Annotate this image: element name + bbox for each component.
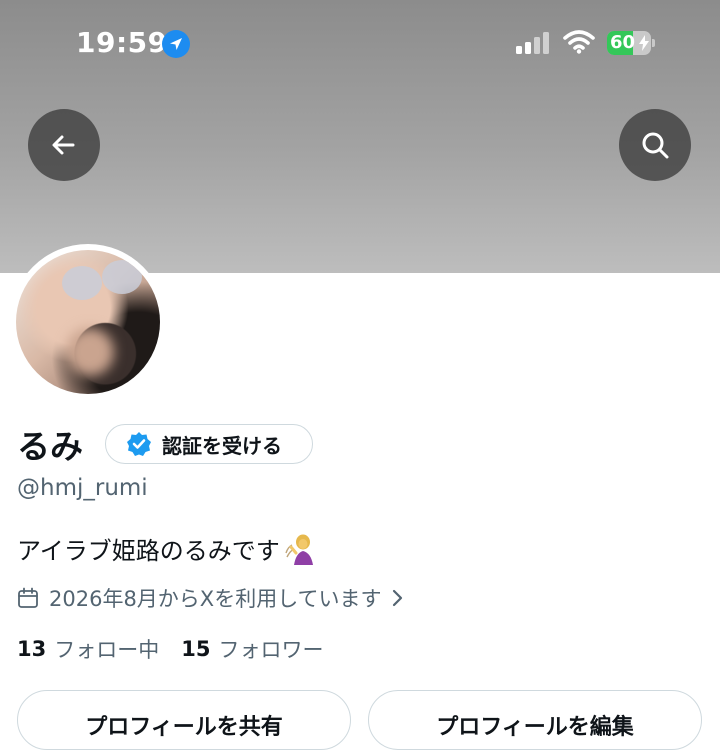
- battery-charging-icon: 60: [607, 31, 655, 55]
- get-verified-button[interactable]: 認証を受ける: [105, 424, 313, 464]
- wifi-icon: [563, 30, 595, 58]
- verified-badge-icon: [127, 432, 151, 456]
- cellular-signal-icon: [516, 32, 552, 58]
- following-count: 13: [17, 637, 47, 661]
- arrow-left-icon: [52, 135, 75, 155]
- share-profile-button[interactable]: プロフィールを共有: [17, 690, 351, 750]
- avatar[interactable]: [16, 250, 160, 394]
- calendar-icon: [18, 587, 38, 608]
- edit-profile-button[interactable]: プロフィールを編集: [368, 690, 702, 750]
- get-verified-label: 認証を受ける: [162, 433, 282, 458]
- display-name: るみ: [17, 427, 83, 466]
- profile-banner[interactable]: 19:59 60: [0, 0, 720, 273]
- bio: アイラブ姫路のるみです: [17, 531, 314, 566]
- location-arrow-icon: [162, 30, 190, 58]
- following-label: フォロー中: [54, 638, 160, 662]
- search-button[interactable]: [619, 109, 691, 181]
- back-button[interactable]: [28, 109, 100, 181]
- followers-count: 15: [181, 637, 211, 661]
- follow-stats: 13 フォロー中 15 フォロワー: [17, 634, 323, 664]
- edit-profile-label: プロフィールを編集: [436, 715, 634, 740]
- dancing-woman-emoji-icon: [284, 533, 314, 565]
- chevron-right-icon: [392, 589, 402, 607]
- followers-label: フォロワー: [218, 638, 324, 662]
- following-link[interactable]: 13 フォロー中: [17, 634, 159, 664]
- status-bar: 19:59 60: [0, 0, 720, 88]
- share-profile-label: プロフィールを共有: [85, 715, 283, 740]
- display-name-row: るみ: [17, 420, 83, 468]
- join-date[interactable]: 2026年8月からXを利用しています: [17, 583, 404, 613]
- bio-text: アイラブ姫路のるみです: [17, 537, 280, 565]
- battery-level: 60: [610, 32, 636, 53]
- join-date-text: 2026年8月からXを利用しています: [49, 587, 382, 611]
- user-handle: @hmj_rumi: [17, 475, 148, 501]
- followers-link[interactable]: 15 フォロワー: [181, 634, 323, 664]
- status-time: 19:59: [76, 26, 168, 59]
- search-icon: [642, 132, 669, 159]
